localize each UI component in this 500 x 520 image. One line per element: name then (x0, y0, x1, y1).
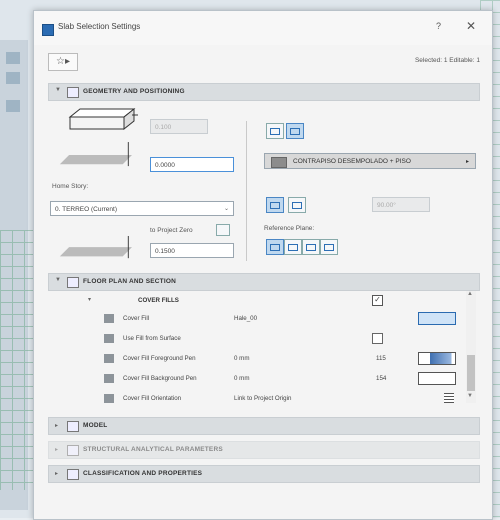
scrollbar[interactable]: ▲ ▼ (466, 291, 476, 403)
expand-triangle-icon[interactable]: ▸ (55, 446, 58, 453)
collapse-triangle-icon[interactable]: ▼ (55, 87, 61, 93)
help-button[interactable]: ? (436, 21, 441, 31)
material-swatch (271, 157, 287, 168)
section-title: STRUCTURAL ANALYTICAL PARAMETERS (83, 446, 223, 453)
tool-icon[interactable] (6, 100, 20, 112)
section-geometry[interactable]: ▼ GEOMETRY AND POSITIONING (48, 83, 480, 101)
table-row[interactable]: ▾ COVER FILLS ✓ (48, 293, 478, 309)
row-value: 0 mm (234, 375, 250, 382)
section-floor-plan[interactable]: ▼ FLOOR PLAN AND SECTION (48, 273, 480, 291)
reference-top-button[interactable] (266, 239, 284, 255)
group-title: COVER FILLS (138, 297, 179, 304)
slab-zero-icon (59, 235, 132, 259)
row-value: Hale_00 (234, 315, 258, 322)
edge-angle-button[interactable] (266, 197, 284, 213)
row-name: Cover Fill Background Pen (123, 375, 197, 382)
tool-icon[interactable] (6, 72, 20, 84)
thickness-field[interactable]: 0.0000 (150, 157, 234, 172)
row-value: 0 mm (234, 355, 250, 362)
chevron-down-icon: ⌄ (223, 206, 229, 212)
collapse-triangle-icon[interactable]: ▼ (55, 277, 61, 283)
pen-icon (104, 374, 114, 383)
table-row[interactable]: Cover Fill Background Pen 0 mm 154 (48, 371, 478, 387)
close-button[interactable]: ✕ (466, 19, 476, 33)
chevron-down-icon: ▸ (465, 159, 469, 165)
section-title: CLASSIFICATION AND PROPERTIES (83, 470, 203, 477)
section-structural[interactable]: ▸ STRUCTURAL ANALYTICAL PARAMETERS (48, 441, 480, 459)
home-story-value: 0. TERREO (Current) (55, 206, 118, 213)
pen-number: 115 (376, 355, 386, 362)
table-row[interactable]: Cover Fill Foreground Pen 0 mm 115 (48, 351, 478, 367)
slab-3d-icon (68, 107, 138, 131)
table-row[interactable]: Cover Fill Orientation Link to Project O… (48, 391, 478, 407)
row-value: Link to Project Origin (234, 395, 292, 402)
fill-swatch[interactable] (418, 312, 456, 325)
reference-core-top-button[interactable] (284, 239, 302, 255)
scroll-thumb[interactable] (467, 355, 475, 391)
model-icon (67, 421, 79, 432)
app-icon (42, 24, 54, 36)
use-fill-checkbox[interactable] (372, 333, 383, 344)
home-story-dropdown[interactable]: 0. TERREO (Current) ⌄ (50, 201, 234, 216)
geometry-icon (67, 87, 79, 98)
dialog-title: Slab Selection Settings (58, 22, 141, 31)
home-story-label: Home Story: (52, 183, 89, 190)
material-name: CONTRAPISO DESEMPOLADO + PISO (293, 158, 411, 165)
table-row[interactable]: Cover Fill Hale_00 (48, 311, 478, 327)
favorites-button[interactable]: ☆▸ (48, 53, 78, 71)
structural-icon (67, 445, 79, 456)
section-title: FLOOR PLAN AND SECTION (83, 278, 176, 285)
pen-icon (104, 354, 114, 363)
table-row[interactable]: Use Fill from Surface (48, 331, 478, 347)
classification-icon (67, 469, 79, 480)
reference-plane-label: Reference Plane: (264, 225, 315, 232)
edge-custom-button[interactable] (288, 197, 306, 213)
section-title: MODEL (83, 422, 108, 429)
pen-number: 154 (376, 375, 387, 382)
to-project-zero-label: to Project Zero (150, 227, 193, 234)
pen-swatch[interactable] (418, 372, 456, 385)
title-bar: Slab Selection Settings ? ✕ (34, 11, 492, 45)
row-name: Use Fill from Surface (123, 335, 181, 342)
orientation-icon (104, 394, 114, 403)
column-divider (246, 121, 247, 261)
top-offset-field[interactable]: 0.100 (150, 119, 208, 134)
pen-swatch[interactable] (418, 352, 456, 365)
building-material-dropdown[interactable]: CONTRAPISO DESEMPOLADO + PISO ▸ (264, 153, 476, 169)
reference-core-bottom-button[interactable] (302, 239, 320, 255)
scroll-up-icon[interactable]: ▲ (467, 291, 473, 297)
slab-side-icon (59, 142, 132, 167)
fill-icon (104, 314, 114, 323)
orientation-hatch-icon[interactable] (444, 393, 454, 403)
group-checkbox[interactable]: ✓ (372, 295, 383, 306)
slab-type-active-button[interactable] (286, 123, 304, 139)
expand-triangle-icon[interactable]: ▸ (55, 422, 58, 429)
row-name: Cover Fill Foreground Pen (123, 355, 196, 362)
section-classification[interactable]: ▸ CLASSIFICATION AND PROPERTIES (48, 465, 480, 483)
row-name: Cover Fill Orientation (123, 395, 182, 402)
surface-icon (104, 334, 114, 343)
section-model[interactable]: ▸ MODEL (48, 417, 480, 435)
row-name: Cover Fill (123, 315, 150, 322)
section-title: GEOMETRY AND POSITIONING (83, 88, 185, 95)
tool-icon[interactable] (6, 52, 20, 64)
selection-info: Selected: 1 Editable: 1 (414, 57, 480, 64)
angle-field[interactable]: 90.00° (372, 197, 430, 212)
expand-triangle-icon[interactable]: ▸ (55, 470, 58, 477)
floor-plan-icon (67, 277, 79, 288)
scroll-down-icon[interactable]: ▼ (467, 393, 473, 399)
reference-bottom-button[interactable] (320, 239, 338, 255)
to-project-zero-field[interactable]: 0.1500 (150, 243, 234, 258)
slab-type-button[interactable] (266, 123, 284, 139)
collapse-triangle-icon[interactable]: ▾ (88, 296, 91, 303)
slab-settings-dialog: Slab Selection Settings ? ✕ ☆▸ Selected:… (33, 10, 493, 520)
link-toggle-button[interactable] (216, 224, 230, 236)
